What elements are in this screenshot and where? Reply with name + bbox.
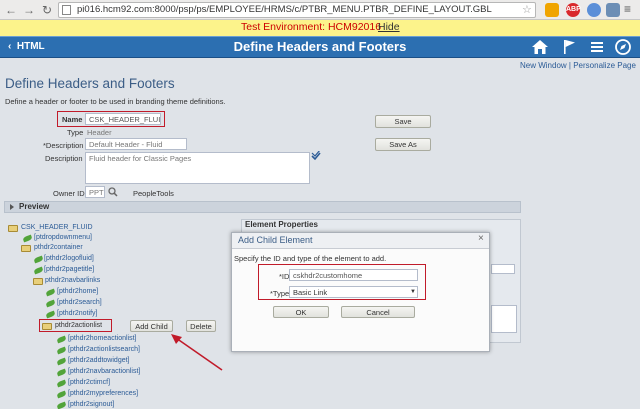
id-label: *ID (279, 272, 290, 281)
type-select-value: Basic Link (293, 288, 328, 297)
type-label: Type (67, 128, 84, 137)
leaf-icon (56, 401, 67, 409)
tree-item[interactable]: [pthdr2actionlistsearch] (68, 346, 140, 353)
owner-id-description: PeopleTools (133, 189, 174, 198)
back-arrow-icon[interactable]: ← (4, 3, 18, 17)
leaf-icon (56, 346, 67, 355)
cancel-button[interactable]: Cancel (341, 306, 415, 318)
hamburger-menu-icon[interactable] (588, 38, 606, 56)
personalize-page-link[interactable]: Personalize Page (573, 61, 636, 70)
name-label: Name (62, 115, 83, 124)
adblock-icon[interactable]: ABP (566, 3, 581, 17)
page-title: Define Headers and Footers (5, 76, 175, 91)
top-links: New Window | Personalize Page (520, 61, 636, 70)
type-value: Header (87, 128, 112, 137)
tree-item[interactable]: [pthdr2pagetitle] (44, 266, 94, 273)
reload-icon[interactable]: ↻ (40, 3, 54, 17)
short-description-label: *Description (43, 141, 84, 150)
tree-root[interactable]: CSK_HEADER_FLUID (21, 224, 93, 231)
properties-field (491, 264, 515, 274)
tree-item[interactable]: pthdr2navbarlinks (45, 277, 100, 284)
element-properties-title: Element Properties (245, 220, 318, 229)
navbar-compass-icon[interactable] (614, 38, 632, 56)
tree-item[interactable]: [pthdr2notify] (57, 310, 97, 317)
preview-label: Preview (19, 202, 50, 211)
bookmark-star-icon[interactable]: ☆ (522, 3, 532, 16)
hide-link[interactable]: Hide (378, 21, 400, 33)
tree-item[interactable]: [pthdr2mypreferences] (68, 390, 138, 397)
preview-collapsible-bar[interactable] (4, 201, 521, 213)
leaf-icon (33, 255, 44, 264)
save-as-button[interactable]: Save As (375, 138, 431, 151)
folder-icon (42, 323, 52, 330)
lookup-search-icon[interactable] (108, 187, 118, 197)
leaf-icon (45, 310, 56, 319)
folder-icon (8, 225, 18, 232)
menu-icon[interactable]: ≡ (624, 2, 631, 16)
type-select-label: *Type (270, 289, 290, 298)
save-button[interactable]: Save (375, 115, 431, 128)
home-icon[interactable] (531, 38, 549, 56)
annotation-arrow-icon (171, 334, 223, 371)
leaf-icon (56, 335, 67, 344)
leaf-icon (45, 288, 56, 297)
leaf-icon (56, 368, 67, 377)
page-icon (62, 5, 71, 15)
tree-item[interactable]: [pthdr2logofluid] (44, 255, 94, 262)
folder-icon (33, 278, 43, 285)
expand-triangle-icon[interactable] (10, 204, 14, 210)
tree-item[interactable]: [pthdr2homeactionlist] (68, 335, 136, 342)
tree-item[interactable]: [ptdropdownmenu] (34, 234, 92, 241)
chevron-down-icon[interactable]: ▼ (410, 289, 416, 295)
long-description-textarea[interactable]: Fluid header for Classic Pages (85, 152, 310, 184)
leaf-icon (33, 266, 44, 275)
leaf-icon (56, 357, 67, 366)
delete-button[interactable]: Delete (186, 320, 216, 332)
folder-icon (21, 245, 31, 252)
spellcheck-icon[interactable] (311, 151, 321, 161)
name-field: CSK_HEADER_FLUID (85, 113, 161, 125)
long-description-label: Description (45, 154, 83, 163)
short-description-input[interactable]: Default Header - Fluid (85, 138, 187, 150)
tree-item[interactable]: [pthdr2navbaractionlist] (68, 368, 140, 375)
id-input[interactable]: cskhdr2customhome (289, 269, 418, 281)
add-child-button[interactable]: Add Child (130, 320, 173, 332)
extension-icon[interactable] (606, 3, 620, 17)
tree-item[interactable]: [pthdr2signout] (68, 401, 114, 408)
new-window-link[interactable]: New Window (520, 61, 567, 70)
page-description: Define a header or footer to be used in … (5, 97, 226, 106)
tree-item[interactable]: [pthdr2addtowidget] (68, 357, 130, 364)
tree-item[interactable]: [pthdr2ctimcf] (68, 379, 110, 386)
dialog-description: Specify the ID and type of the element t… (234, 254, 387, 263)
cloud-icon[interactable] (587, 3, 601, 17)
leaf-icon (45, 299, 56, 308)
tree-item[interactable]: pthdr2container (34, 244, 83, 251)
address-bar[interactable]: pi016.hcm92.com:8000/psp/ps/EMPLOYEE/HRM… (58, 2, 536, 18)
owner-id-label: Owner ID (53, 189, 85, 198)
properties-textarea (491, 305, 517, 333)
owner-id-input[interactable]: PPT (85, 186, 105, 198)
type-select[interactable]: Basic Link (289, 286, 418, 298)
close-icon[interactable]: × (478, 233, 484, 244)
environment-text: Test Environment: HCM92016 (241, 21, 382, 33)
tree-item[interactable]: [pthdr2home] (57, 288, 98, 295)
ok-button[interactable]: OK (273, 306, 329, 318)
forward-arrow-icon[interactable]: → (22, 3, 36, 17)
leaf-icon (56, 379, 67, 388)
tree-item-selected[interactable]: pthdr2actionlist (55, 322, 102, 329)
dialog-title: Add Child Element (238, 235, 313, 245)
tree-item[interactable]: [pthdr2search] (57, 299, 102, 306)
flag-icon[interactable] (560, 38, 578, 56)
leaf-icon (22, 234, 33, 243)
extension-icon[interactable] (545, 3, 559, 17)
leaf-icon (56, 390, 67, 399)
